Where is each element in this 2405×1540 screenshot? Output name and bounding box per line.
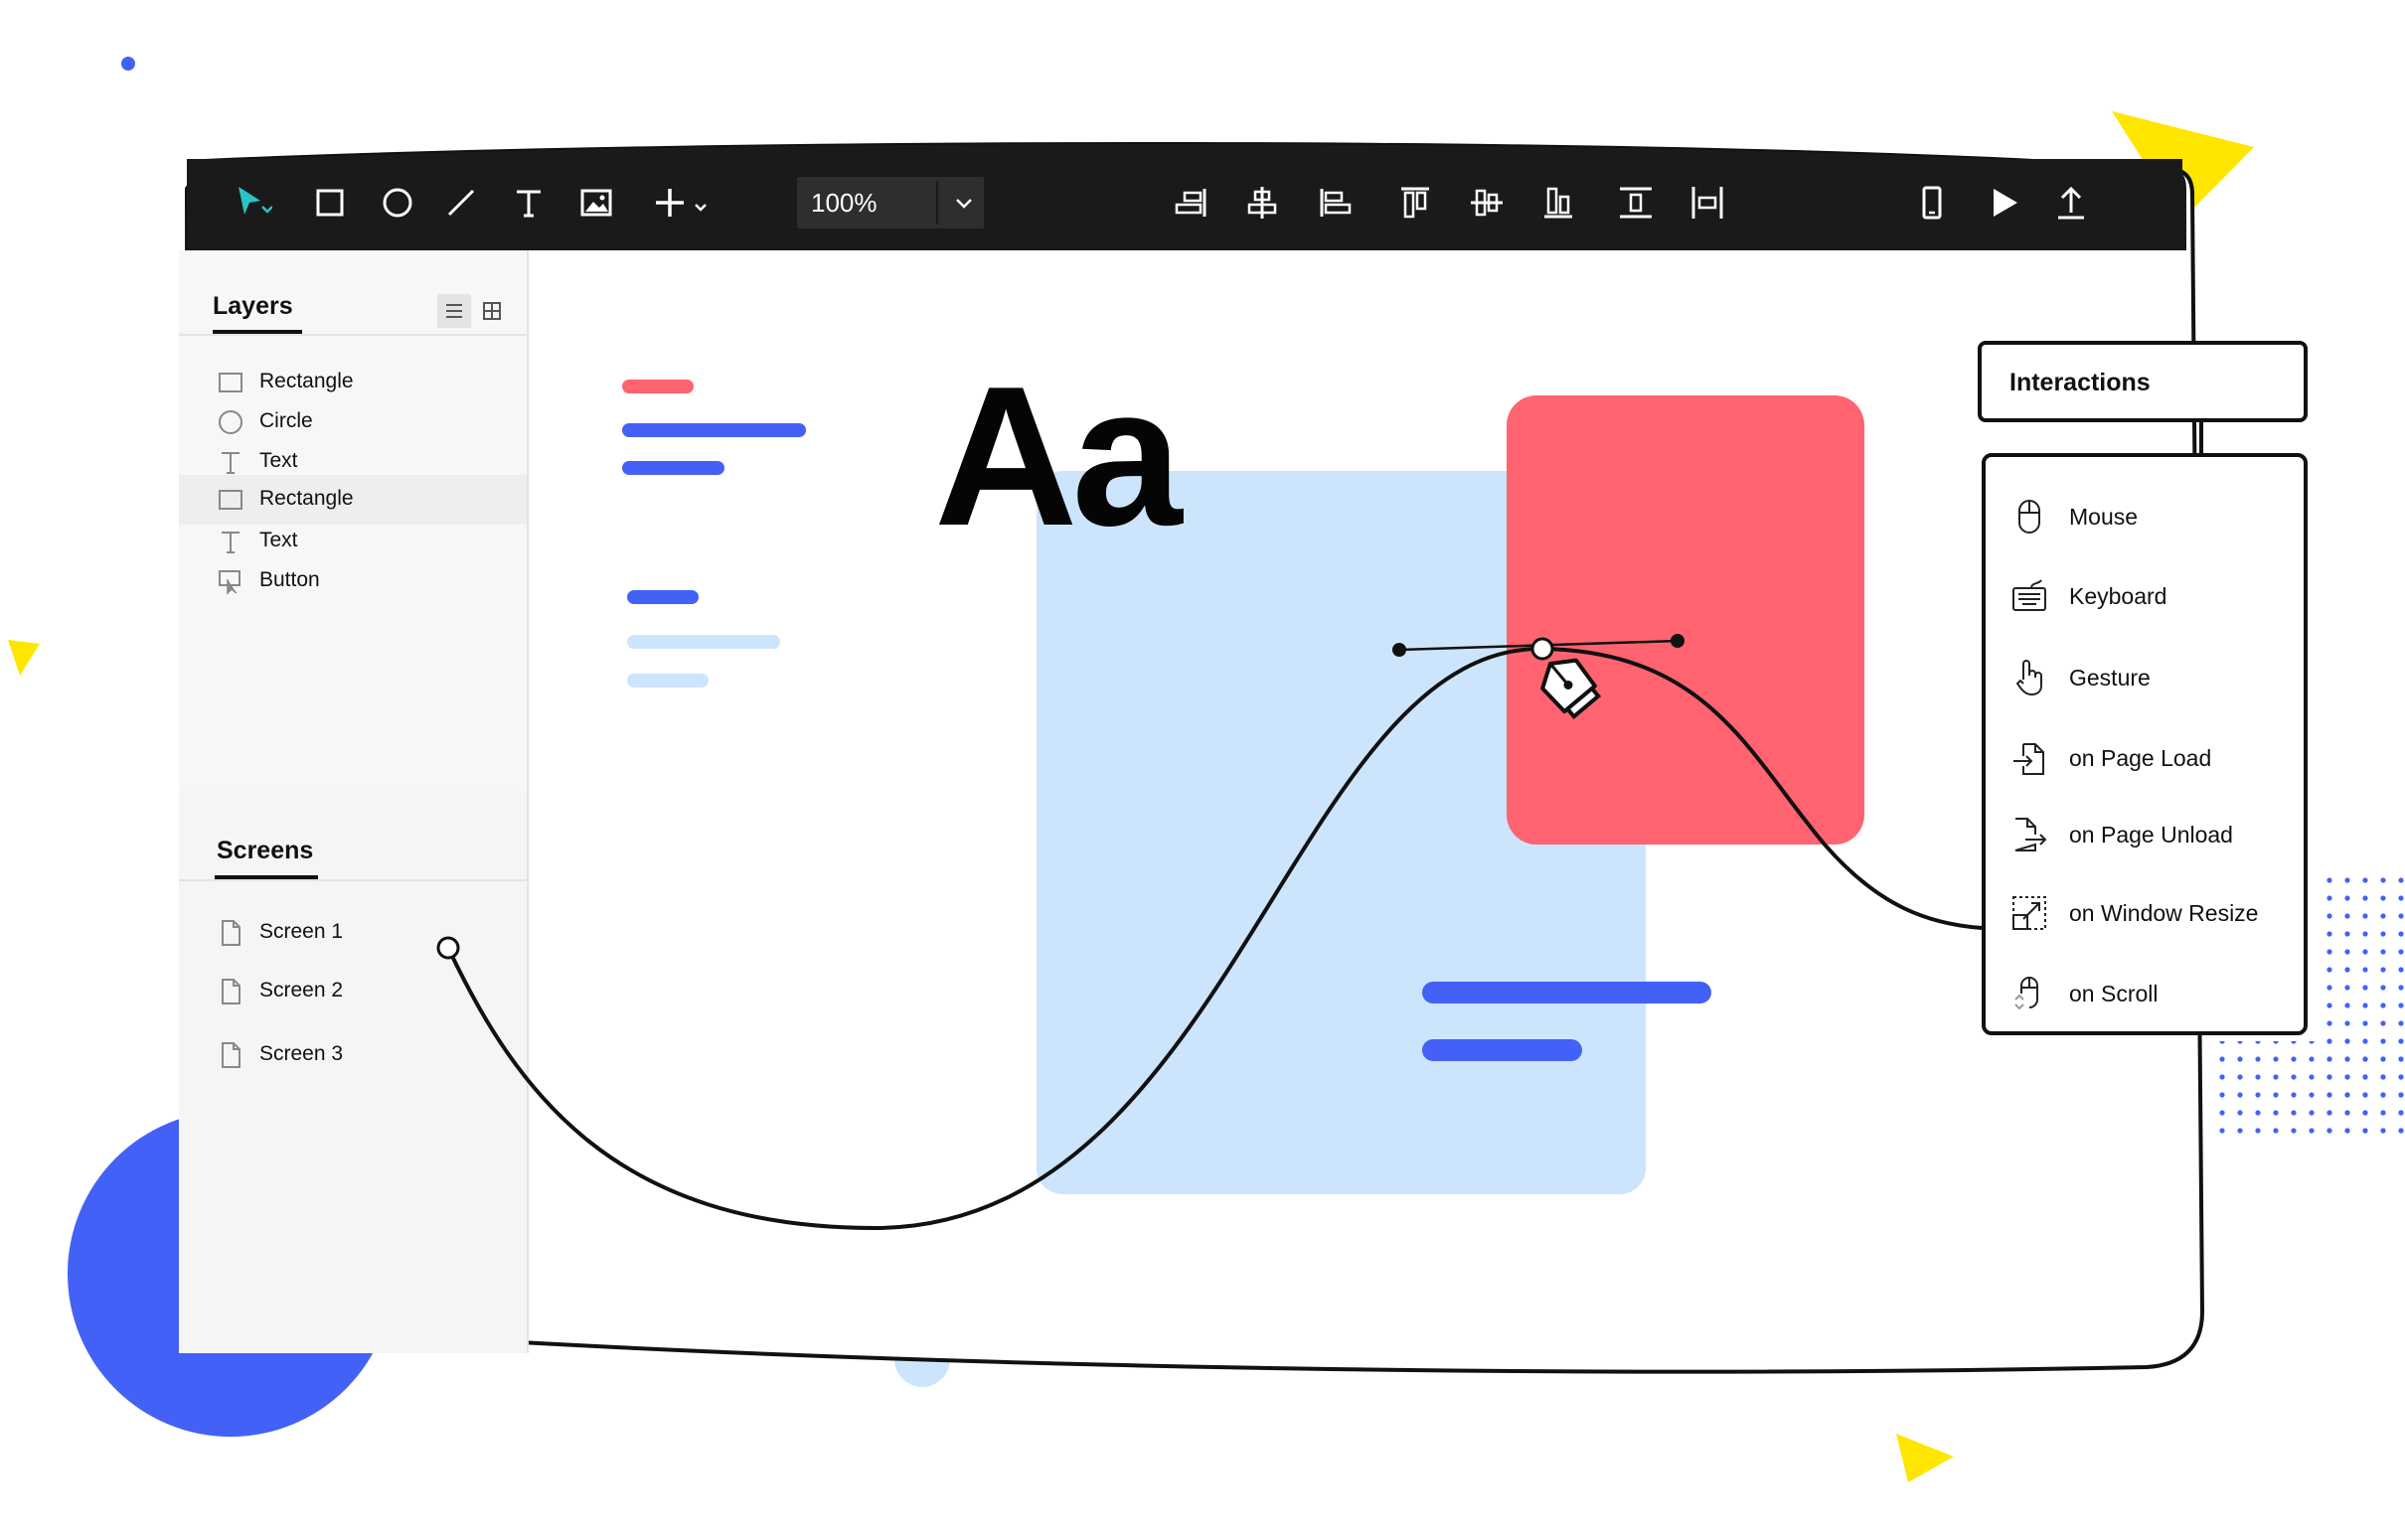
interaction-item[interactable]: on Page Load	[1986, 728, 2304, 788]
interaction-item-label: Keyboard	[2069, 583, 2167, 609]
bezier-handle-right[interactable]	[1671, 634, 1684, 648]
page-load-icon	[2009, 738, 2049, 778]
connection-curve[interactable]	[446, 646, 1983, 1231]
interaction-item[interactable]: Gesture	[1986, 648, 2304, 707]
page-unload-icon	[2009, 815, 2049, 854]
interaction-item[interactable]: on Window Resize	[1986, 883, 2304, 943]
interaction-item-label: on Page Load	[2069, 745, 2212, 771]
interaction-item-label: on Scroll	[2069, 981, 2159, 1006]
interaction-item-label: Gesture	[2069, 665, 2151, 691]
curve-start-point[interactable]	[436, 936, 460, 960]
keyboard-icon	[2009, 576, 2049, 616]
interaction-item[interactable]: on Scroll	[1986, 964, 2304, 1023]
interactions-connector	[2199, 422, 2203, 453]
window-resize-icon	[2009, 893, 2049, 933]
interaction-item-label: on Window Resize	[2069, 900, 2259, 926]
pen-tool-cursor-icon	[1540, 658, 1602, 720]
interaction-item[interactable]: on Page Unload	[1986, 805, 2304, 864]
interaction-item-label: Mouse	[2069, 504, 2139, 530]
interactions-menu: Mouse Keyboard Gesture on Page Load on Page …	[1982, 453, 2308, 1035]
hand-pointer-icon	[2009, 658, 2049, 697]
interaction-item[interactable]: Keyboard	[1986, 566, 2304, 626]
interaction-item-label: on Page Unload	[2069, 822, 2233, 847]
interactions-header[interactable]: Interactions	[1978, 341, 2308, 422]
mouse-icon	[2009, 497, 2049, 537]
interactions-title: Interactions	[2009, 369, 2151, 396]
bezier-anchor-point[interactable]	[1530, 637, 1554, 661]
interaction-item[interactable]: Mouse	[1986, 487, 2304, 546]
scroll-icon	[2009, 974, 2049, 1013]
bezier-handle-left[interactable]	[1392, 643, 1406, 657]
